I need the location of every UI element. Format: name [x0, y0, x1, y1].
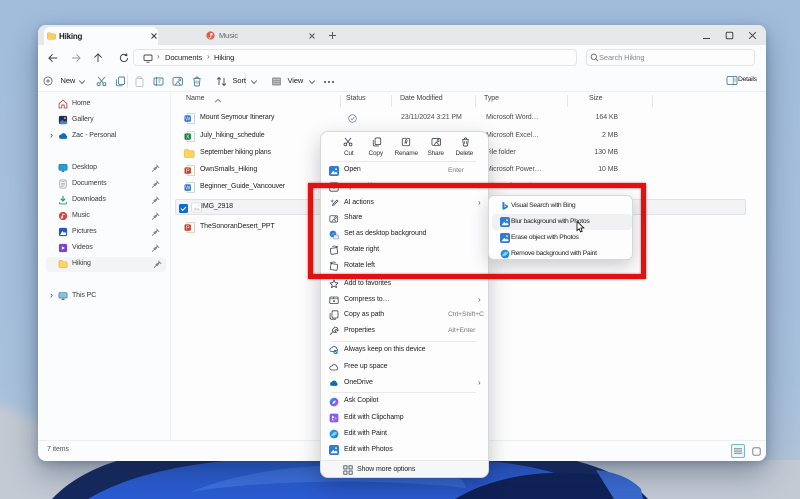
svg-text:P: P — [186, 168, 190, 174]
svg-text:X: X — [186, 134, 190, 140]
svg-text:P: P — [186, 225, 190, 231]
